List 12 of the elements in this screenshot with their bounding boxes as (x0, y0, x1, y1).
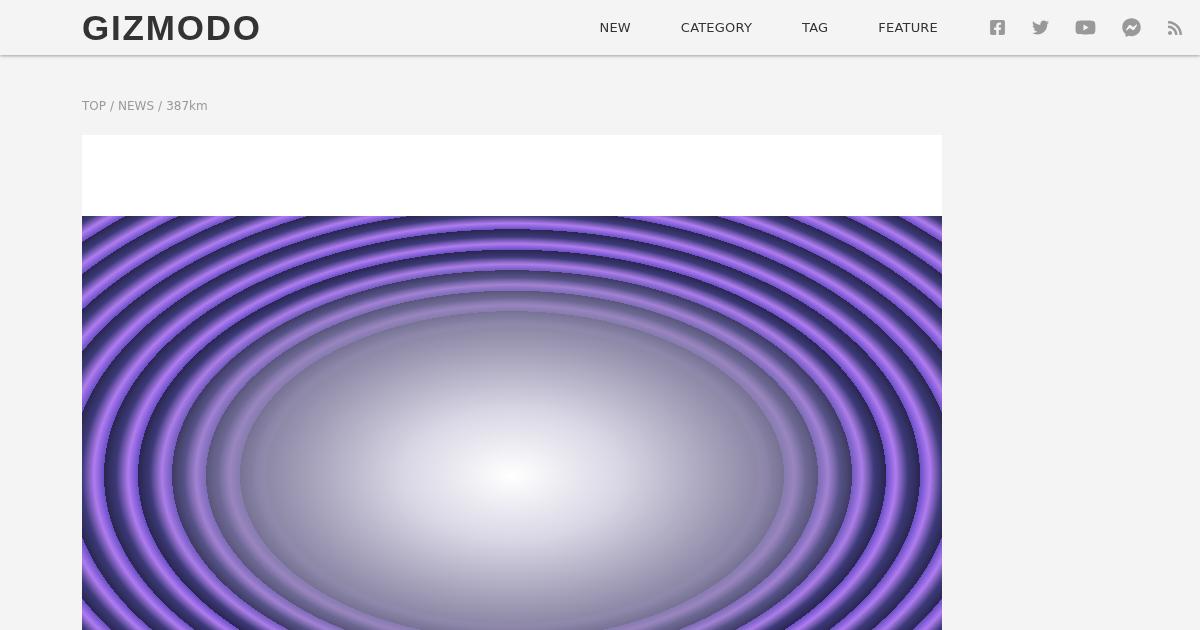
rss-icon[interactable] (1167, 19, 1183, 36)
breadcrumb-separator: / (158, 99, 163, 113)
nav-link[interactable]: FEATURE (878, 20, 938, 35)
nav-link[interactable]: CATEGORY (680, 20, 753, 35)
nav-link[interactable]: TAG (802, 20, 829, 35)
twitter-icon[interactable] (1032, 19, 1049, 36)
nav-link[interactable]: NEW (599, 20, 631, 35)
breadcrumb-current: 387km (166, 99, 208, 113)
breadcrumb-separator: / (110, 99, 115, 113)
messenger-icon[interactable] (1122, 18, 1141, 37)
site-logo[interactable]: GIZMODO (82, 10, 262, 45)
facebook-icon[interactable] (989, 19, 1006, 36)
